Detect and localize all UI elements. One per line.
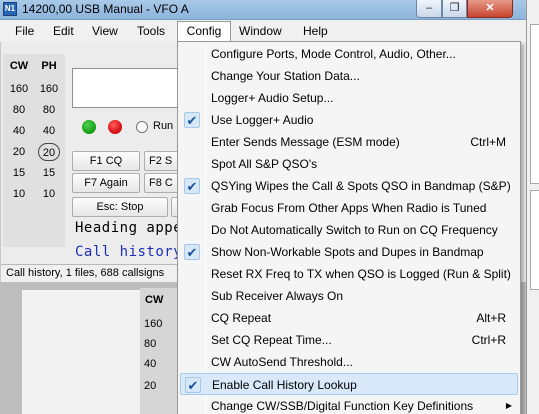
- config-menu-item[interactable]: Set CQ Repeat Time... Ctrl+R: [180, 329, 518, 351]
- menu-window[interactable]: Window: [239, 22, 282, 40]
- config-menu-item[interactable]: Change CW/SSB/Digital Function Key Defin…: [180, 395, 518, 414]
- red-status-icon: [108, 120, 122, 134]
- config-menu-item[interactable]: ✔ Enable Call History Lookup: [180, 373, 518, 395]
- config-menu-dropdown: Configure Ports, Mode Control, Audio, Ot…: [177, 41, 521, 414]
- config-menu-item-label: Reset RX Freq to TX when QSO is Logged (…: [211, 267, 511, 281]
- band-button-cw-15[interactable]: 15: [5, 164, 33, 182]
- green-status-icon: [82, 120, 96, 134]
- background-band-80[interactable]: 80: [144, 338, 156, 350]
- config-menu-item-label: Enter Sends Message (ESM mode): [211, 135, 400, 149]
- config-menu-item-label: Change Your Station Data...: [211, 69, 360, 83]
- config-menu-item[interactable]: Change Your Station Data...: [180, 65, 518, 87]
- band-panel: CW PH 160 160 80 80 40 40 20 20 15 15 10…: [3, 54, 65, 247]
- config-menu-item[interactable]: Do Not Automatically Switch to Run on CQ…: [180, 219, 518, 241]
- heading-info: Heading appe: [75, 220, 183, 236]
- background-window-field: [530, 24, 539, 184]
- background-band-20[interactable]: 20: [144, 380, 156, 392]
- background-window: [526, 0, 539, 414]
- config-menu-item[interactable]: ✔ Show Non-Workable Spots and Dupes in Ba…: [180, 241, 518, 263]
- config-menu-item[interactable]: Logger+ Audio Setup...: [180, 87, 518, 109]
- config-menu-item-label: Sub Receiver Always On: [211, 289, 344, 303]
- menu-bar: File Edit View Tools Config Window Help: [0, 20, 526, 42]
- background-band-40[interactable]: 40: [144, 358, 156, 370]
- menu-file[interactable]: File: [15, 22, 34, 40]
- config-menu-item-label: Do Not Automatically Switch to Run on CQ…: [211, 223, 498, 237]
- f1-cq-button[interactable]: F1 CQ: [72, 151, 140, 171]
- band-button-ph-80[interactable]: 80: [35, 101, 63, 119]
- config-menu-item-label: Spot All S&P QSO's: [211, 157, 318, 171]
- config-menu-item[interactable]: CW AutoSend Threshold...: [180, 351, 518, 373]
- config-menu-item-label: Logger+ Audio Setup...: [211, 91, 334, 105]
- band-button-ph-20-selected[interactable]: 20: [38, 143, 60, 161]
- app-icon[interactable]: N1: [3, 2, 17, 16]
- config-menu-item[interactable]: Grab Focus From Other Apps When Radio is…: [180, 197, 518, 219]
- band-button-cw-20[interactable]: 20: [5, 143, 33, 161]
- background-window-field: [530, 190, 539, 290]
- checkmark-icon: ✔: [184, 178, 200, 194]
- title-bar[interactable]: N1 14200,00 USB Manual - VFO A – ❐ ✕: [0, 0, 526, 20]
- checkmark-icon: ✔: [184, 244, 200, 260]
- config-menu-item-label: Configure Ports, Mode Control, Audio, Ot…: [211, 47, 456, 61]
- ph-column-header: PH: [41, 60, 57, 72]
- config-menu-item-shortcut: Alt+R: [476, 311, 506, 325]
- config-menu-item-label: Change CW/SSB/Digital Function Key Defin…: [211, 399, 474, 413]
- band-button-ph-15[interactable]: 15: [35, 164, 63, 182]
- band-button-cw-40[interactable]: 40: [5, 122, 33, 140]
- config-menu-item[interactable]: Configure Ports, Mode Control, Audio, Ot…: [180, 43, 518, 65]
- menu-view[interactable]: View: [92, 22, 118, 40]
- config-menu-item[interactable]: CQ Repeat Alt+R: [180, 307, 518, 329]
- f2-button[interactable]: F2 S: [144, 151, 180, 171]
- f8-button[interactable]: F8 C: [144, 173, 180, 193]
- config-menu-item[interactable]: Spot All S&P QSO's: [180, 153, 518, 175]
- config-menu-item-label: QSYing Wipes the Call & Spots QSO in Ban…: [211, 179, 511, 193]
- config-menu-item[interactable]: Sub Receiver Always On: [180, 285, 518, 307]
- config-menu-item-label: CQ Repeat: [211, 311, 272, 325]
- menu-help[interactable]: Help: [303, 22, 328, 40]
- band-button-ph-10[interactable]: 10: [35, 185, 63, 203]
- close-button[interactable]: ✕: [467, 0, 513, 18]
- menu-edit[interactable]: Edit: [53, 22, 74, 40]
- esc-stop-button[interactable]: Esc: Stop: [72, 197, 168, 217]
- band-button-cw-80[interactable]: 80: [5, 101, 33, 119]
- menu-tools[interactable]: Tools: [137, 22, 165, 40]
- config-menu-item-shortcut: Ctrl+M: [470, 135, 506, 149]
- band-button-ph-40[interactable]: 40: [35, 122, 63, 140]
- background-band-160[interactable]: 160: [144, 318, 162, 330]
- background-cw-header: CW: [145, 294, 164, 306]
- config-menu-item-label: Enable Call History Lookup: [212, 378, 357, 392]
- maximize-button[interactable]: ❐: [442, 0, 467, 18]
- cw-column-header: CW: [9, 60, 29, 72]
- config-menu-item[interactable]: Enter Sends Message (ESM mode) Ctrl+M: [180, 131, 518, 153]
- band-button-ph-160[interactable]: 160: [35, 80, 63, 98]
- f7-again-button[interactable]: F7 Again: [72, 173, 140, 193]
- status-bar: Call history, 1 files, 688 callsigns: [1, 264, 179, 282]
- config-menu-item-label: Set CQ Repeat Time...: [211, 333, 332, 347]
- background-band-panel: CW 160 80 40 20: [140, 288, 178, 414]
- config-menu-item-label: CW AutoSend Threshold...: [211, 355, 353, 369]
- checkmark-icon: ✔: [184, 112, 200, 128]
- config-menu-item[interactable]: Reset RX Freq to TX when QSO is Logged (…: [180, 263, 518, 285]
- background-panel: [22, 290, 140, 414]
- config-menu-item[interactable]: ✔ QSYing Wipes the Call & Spots QSO in Ba…: [180, 175, 518, 197]
- submenu-arrow-icon: ▶: [505, 401, 512, 410]
- run-label: Run: [153, 120, 174, 132]
- config-menu-item[interactable]: ✔ Use Logger+ Audio: [180, 109, 518, 131]
- menu-config[interactable]: Config: [177, 21, 231, 42]
- minimize-button[interactable]: –: [416, 0, 442, 18]
- config-menu-item-shortcut: Ctrl+R: [471, 333, 506, 347]
- band-button-cw-160[interactable]: 160: [5, 80, 33, 98]
- config-menu-item-label: Use Logger+ Audio: [211, 113, 314, 127]
- checkmark-icon: ✔: [185, 377, 201, 393]
- run-radio[interactable]: [136, 121, 148, 133]
- window-title: 14200,00 USB Manual - VFO A: [22, 2, 189, 16]
- config-menu-item-label: Grab Focus From Other Apps When Radio is…: [211, 201, 487, 215]
- band-button-cw-10[interactable]: 10: [5, 185, 33, 203]
- callsign-input[interactable]: [72, 68, 182, 108]
- call-history-info: Call history: [75, 244, 183, 260]
- config-menu-item-label: Show Non-Workable Spots and Dupes in Ban…: [211, 245, 484, 259]
